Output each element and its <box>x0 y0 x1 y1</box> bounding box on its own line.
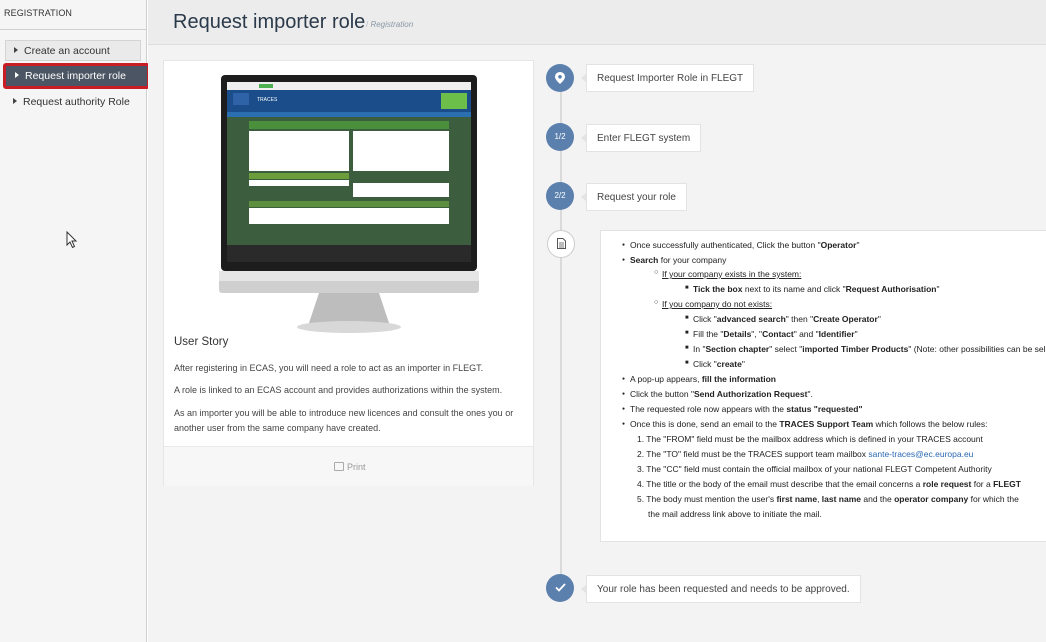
story-paragraph: A role is linked to an ECAS account and … <box>174 385 503 395</box>
support-email-link[interactable]: sante-traces@ec.europa.eu <box>868 449 973 459</box>
instruction-line: Search for your company <box>622 255 726 265</box>
printer-icon <box>334 462 344 471</box>
timeline-marker <box>546 64 574 92</box>
story-paragraph: After registering in ECAS, you will need… <box>174 363 484 373</box>
map-marker-icon <box>555 72 565 84</box>
sidebar-item-create-account[interactable]: Create an account <box>5 40 141 61</box>
instruction-line: 5. The body must mention the user's firs… <box>637 494 1019 504</box>
instruction-line: Click the button "Send Authorization Req… <box>622 389 813 399</box>
main-content: Request importer role Registration TRACE… <box>148 0 1046 642</box>
user-story-card: TRACES User Story After registering in E… <box>163 60 534 486</box>
instruction-line: the mail address link above to initiate … <box>648 509 822 519</box>
step-badge: 2/2 <box>546 182 574 210</box>
sidebar: REGISTRATION Create an account Request i… <box>0 0 150 642</box>
timeline-marker <box>547 230 575 258</box>
page-header: Request importer role Registration <box>148 0 1046 45</box>
page-title: Request importer role <box>173 11 366 33</box>
mock-brand: TRACES <box>257 97 278 103</box>
document-icon <box>556 238 566 249</box>
instruction-line: Click "advanced search" then "Create Ope… <box>685 314 881 324</box>
card-footer: Print <box>164 446 533 486</box>
instruction-line: 3. The "CC" field must contain the offic… <box>637 464 992 474</box>
monitor-screenshot-image: TRACES <box>219 75 479 333</box>
timeline-marker <box>546 574 574 602</box>
caret-right-icon <box>14 47 18 53</box>
instruction-line: Click "create" <box>685 359 745 369</box>
sidebar-item-request-importer-role[interactable]: Request importer role <box>3 63 150 89</box>
instruction-line: A pop-up appears, fill the information <box>622 374 776 384</box>
instruction-line: The requested role now appears with the … <box>622 404 862 414</box>
timeline-step-label: Request your role <box>581 183 687 211</box>
instruction-line: 2. The "TO" field must be the TRACES sup… <box>637 449 974 459</box>
story-paragraph: As an importer you will be able to intro… <box>174 408 514 418</box>
instruction-line: Once this is done, send an email to the … <box>622 419 987 429</box>
caret-right-icon <box>15 72 19 78</box>
instruction-line: Once successfully authenticated, Click t… <box>622 240 860 250</box>
mouse-cursor-icon <box>66 231 78 249</box>
instruction-line: Tick the box next to its name and click … <box>685 284 939 294</box>
checkmark-icon <box>554 583 566 592</box>
print-button[interactable]: Print <box>334 462 366 472</box>
story-paragraph: another user from the same company have … <box>174 423 381 433</box>
instructions-panel: Once successfully authenticated, Click t… <box>600 230 1046 542</box>
step-badge: 1/2 <box>546 123 574 151</box>
timeline-step-label: Enter FLEGT system <box>580 124 702 152</box>
timeline-line <box>560 76 562 590</box>
instruction-line: Fill the "Details", "Contact" and "Ident… <box>685 329 858 339</box>
timeline-step-title: Request Importer Role in FLEGT <box>580 64 755 92</box>
sidebar-item-label: Create an account <box>24 45 110 57</box>
instruction-line: 4. The title or the body of the email mu… <box>637 479 1021 489</box>
instruction-line: If you company do not exists: <box>654 299 772 309</box>
timeline-step-final: Your role has been requested and needs t… <box>581 575 861 603</box>
breadcrumb[interactable]: Registration <box>366 20 413 29</box>
sidebar-item-label: Request authority Role <box>23 96 130 108</box>
caret-right-icon <box>13 98 17 104</box>
user-story-title: User Story <box>174 336 229 348</box>
sidebar-item-request-authority-role[interactable]: Request authority Role <box>5 92 141 113</box>
instruction-line: If your company exists in the system: <box>654 269 801 279</box>
sidebar-header: REGISTRATION <box>0 0 146 30</box>
instruction-line: In "Section chapter" select "imported Ti… <box>685 344 1046 354</box>
sidebar-item-label: Request importer role <box>25 70 126 82</box>
print-label: Print <box>347 462 366 472</box>
instruction-line: 1. The "FROM" field must be the mailbox … <box>637 434 983 444</box>
